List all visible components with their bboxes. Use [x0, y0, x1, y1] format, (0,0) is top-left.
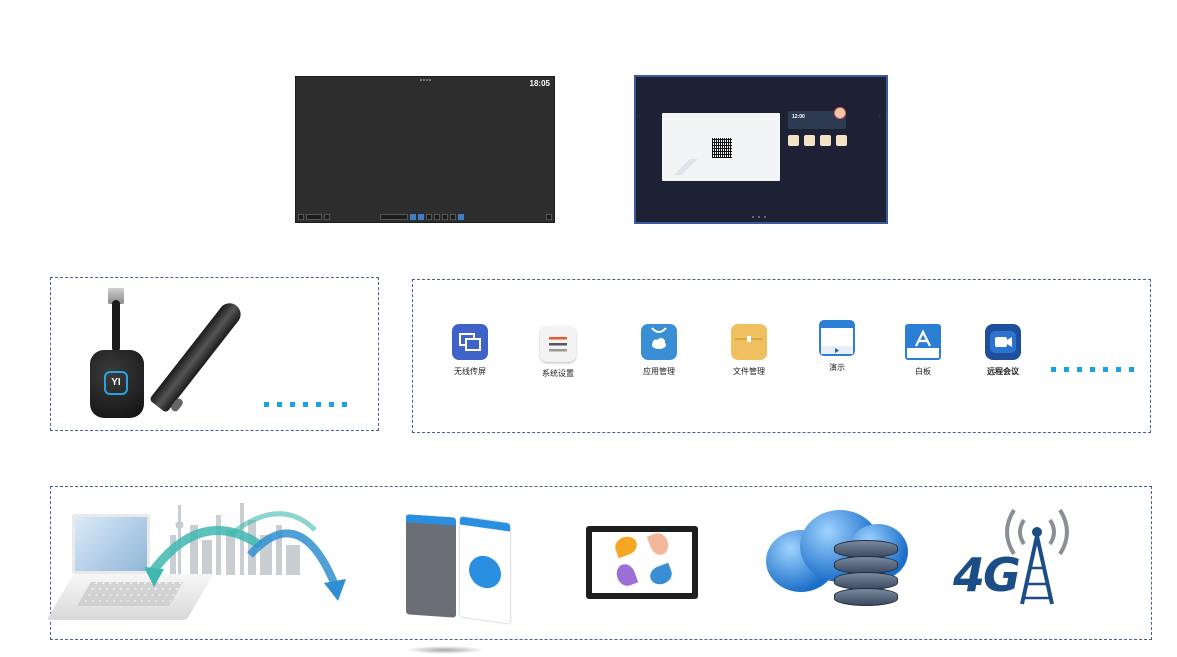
toolbar-layers-icon[interactable]: [450, 214, 456, 220]
toolbar-eraser-icon[interactable]: [418, 214, 424, 220]
app-app-management[interactable]: 应用管理: [624, 324, 694, 377]
avatar[interactable]: [834, 107, 846, 119]
app-label: 演示: [829, 363, 845, 372]
chevron-left-icon[interactable]: ‹: [639, 113, 641, 119]
toolbar-tools-icon[interactable]: [380, 214, 408, 220]
phone-app-screen-1: [406, 514, 456, 618]
toolbar-menu-icon[interactable]: [458, 214, 464, 220]
folder-icon: [731, 324, 767, 360]
screen-toolbar: [296, 213, 554, 222]
app-wireless-cast[interactable]: 无线传屏: [435, 324, 505, 377]
phone-app-screen-2: [460, 516, 510, 624]
widget-time: 12:00: [792, 114, 805, 120]
toolbar-grid-icon[interactable]: [442, 214, 448, 220]
app-label: 白板: [915, 367, 931, 376]
product-features-canvas: 18:05 ‹ › 12:00 YI 无线传屏 系统设置 应用管理 文件管理 演…: [0, 0, 1177, 657]
quick-app-record-icon[interactable]: [804, 135, 815, 146]
screen-cast-icon: [452, 324, 488, 360]
toolbar-redo-icon[interactable]: [434, 214, 440, 220]
presentation-icon: [819, 320, 855, 356]
app-label: 远程会议: [987, 367, 1019, 376]
more-dots-hardware: [264, 402, 348, 407]
video-meeting-icon: [985, 324, 1021, 360]
mountain-decoration-icon: [666, 159, 702, 175]
qr-code-icon: [712, 138, 732, 158]
page-indicator: [752, 216, 770, 218]
quick-app-whiteboard-icon[interactable]: [788, 135, 799, 146]
settings-icon: [540, 326, 576, 362]
qr-login-card: [662, 113, 780, 181]
app-label: 无线传屏: [454, 367, 486, 376]
app-label: 应用管理: [643, 367, 675, 376]
toolbar-source-icon[interactable]: [306, 214, 322, 220]
sync-arrows-icon: [144, 511, 346, 601]
app-whiteboard[interactable]: 白板: [888, 324, 958, 377]
dark-screen-mockup: 18:05: [296, 77, 554, 222]
screen-clock: 18:05: [529, 79, 550, 88]
app-file-management[interactable]: 文件管理: [714, 324, 784, 377]
chevron-right-icon[interactable]: ›: [879, 113, 881, 119]
app-label: 系统设置: [542, 369, 574, 378]
toolbar-pen-icon[interactable]: [410, 214, 416, 220]
dongle-logo: YI: [104, 371, 128, 395]
app-label: 文件管理: [733, 367, 765, 376]
app-system-settings[interactable]: 系统设置: [523, 326, 593, 379]
app-remote-meeting[interactable]: 远程会议: [968, 324, 1038, 377]
app-presentation[interactable]: 演示: [802, 320, 872, 373]
screen-indicator-dots: [420, 79, 432, 81]
quick-app-settings-icon[interactable]: [836, 135, 847, 146]
connect-button-icon: [469, 553, 501, 591]
quick-app-files-icon[interactable]: [820, 135, 831, 146]
laptop-screen: [72, 514, 150, 574]
whiteboard-icon: [905, 324, 941, 360]
more-dots-apps: [1051, 367, 1135, 372]
database-layer-icon: [834, 588, 898, 606]
toolbar-undo-icon[interactable]: [426, 214, 432, 220]
toolbar-back-icon[interactable]: [298, 214, 304, 220]
blue-screen-mockup: ‹ › 12:00: [636, 77, 886, 222]
signal-tower-icon: [1005, 508, 1069, 605]
tablet-screen: [592, 532, 692, 593]
app-store-icon: [641, 324, 677, 360]
toolbar-close-icon[interactable]: [546, 214, 552, 220]
phone-shadow: [405, 646, 485, 654]
toolbar-home-icon[interactable]: [324, 214, 330, 220]
dongle-cable: [112, 300, 120, 352]
